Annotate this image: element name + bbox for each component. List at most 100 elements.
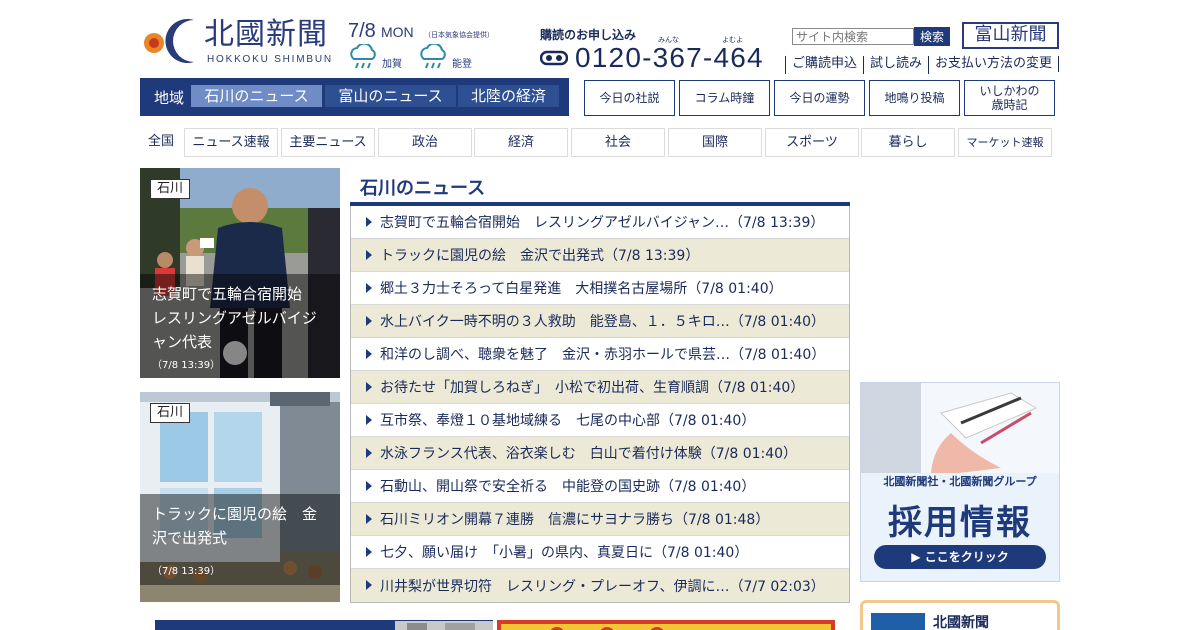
trial-link[interactable]: 試し読み	[863, 56, 928, 74]
featured-time: （7/8 13:39）	[152, 360, 221, 371]
day-of-week: MON	[381, 24, 414, 40]
news-item[interactable]: 水上バイク一時不明の３人救助 能登島、１．５キロ…（7/8 01:40）	[351, 305, 849, 338]
promo-logo-icon	[871, 613, 925, 630]
news-headline: 郷土３力士そろって白星発進 大相撲名古屋場所（7/8 01:40）	[380, 281, 783, 297]
bullet-icon	[366, 283, 372, 293]
logo-mark-icon	[144, 19, 194, 64]
news-headline: 石動山、開山祭で安全祈る 中能登の国史跡（7/8 01:40）	[380, 479, 756, 495]
ad-title: 採用情報	[888, 503, 1032, 543]
region-nav: 地域 石川のニュース 富山のニュース 北陸の経済	[140, 78, 569, 116]
news-headline: お待たせ「加賀しろねぎ」 小松で初出荷、生育順調（7/8 01:40）	[380, 380, 805, 396]
featured-title[interactable]: トラックに園児の絵 金沢で出発式	[152, 502, 328, 550]
bullet-icon	[366, 547, 372, 557]
ad-photo-hand-icon	[861, 383, 1059, 473]
weather-label: 加賀	[382, 59, 402, 70]
recruit-ad-banner[interactable]: 北國新聞社・北國新聞グループ 採用情報 ▶ ここをクリック	[860, 382, 1060, 582]
news-item[interactable]: トラックに園児の絵 金沢で出発式（7/8 13:39）	[351, 239, 849, 272]
news-item[interactable]: 郷土３力士そろって白星発進 大相撲名古屋場所（7/8 01:40）	[351, 272, 849, 305]
news-item[interactable]: 水泳フランス代表、浴衣楽しむ 白山で着付け体験（7/8 01:40）	[351, 437, 849, 470]
bullet-icon	[366, 514, 372, 524]
bottom-banner-right[interactable]	[497, 620, 835, 630]
rain-icon	[420, 44, 446, 69]
tab-sports[interactable]: スポーツ	[765, 128, 859, 157]
tab-society[interactable]: 社会	[571, 128, 665, 157]
tab-market-news[interactable]: マーケット速報	[958, 128, 1052, 157]
subscription-link[interactable]: ご購読申込	[785, 56, 863, 74]
region-badge: 石川	[150, 403, 191, 423]
featured-time: （7/8 13:39）	[152, 566, 221, 577]
promo-banner[interactable]: 北國新聞	[860, 600, 1060, 630]
news-headline: 七夕、願い届け 「小暑」の県内、真夏日に（7/8 01:40）	[380, 545, 749, 561]
weather-label: 能登	[452, 59, 472, 70]
weather-credit[interactable]: （日本気象協会提供）	[424, 30, 494, 40]
search-button[interactable]: 検索	[914, 27, 950, 46]
featured-caption: 志賀町で五輪合宿開始 レスリングアゼルバイジャン代表 （7/8 13:39）	[140, 274, 340, 378]
tab-breaking-news[interactable]: ニュース速報	[184, 128, 278, 157]
search-input[interactable]	[792, 28, 914, 45]
featured-story-2[interactable]: 石川 トラックに園児の絵 金沢で出発式 （7/8 13:39）	[140, 392, 340, 602]
news-item[interactable]: お待たせ「加賀しろねぎ」 小松で初出荷、生育順調（7/8 01:40）	[351, 371, 849, 404]
news-headline: 互市祭、奉燈１０基地域練る 七尾の中心部（7/8 01:40）	[380, 413, 756, 429]
tab-ishikawa-news[interactable]: 石川のニュース	[191, 85, 322, 107]
bottom-banner-left[interactable]	[155, 620, 493, 630]
bullet-icon	[366, 349, 372, 359]
payment-change-link[interactable]: お支払い方法の変更	[928, 56, 1058, 74]
logo-roman: HOKKOKU SHIMBUN	[207, 54, 333, 65]
news-headline: 和洋のし調べ、聴衆を魅了 金沢・赤羽ホールで県芸…（7/8 01:40）	[380, 347, 826, 363]
divider	[1058, 56, 1060, 72]
region-label: 地域	[154, 89, 185, 107]
news-item[interactable]: 石動山、開山祭で安全祈る 中能登の国史跡（7/8 01:40）	[351, 470, 849, 503]
tab-top-news[interactable]: 主要ニュース	[281, 128, 375, 157]
site-logo[interactable]: 北國新聞 HOKKOKU SHIMBUN	[140, 16, 340, 66]
section-title: 石川のニュース	[360, 178, 486, 199]
bullet-icon	[366, 415, 372, 425]
region-badge: 石川	[150, 179, 191, 199]
category-all-label[interactable]: 全国	[140, 128, 182, 156]
news-item[interactable]: 和洋のし調べ、聴衆を魅了 金沢・赤羽ホールで県芸…（7/8 01:40）	[351, 338, 849, 371]
featured-story-1[interactable]: 石川 志賀町で五輪合宿開始 レスリングアゼルバイジャン代表 （7/8 13:39…	[140, 168, 340, 378]
news-item[interactable]: 石川ミリオン開幕７連勝 信濃にサヨナラ勝ち（7/8 01:48）	[351, 503, 849, 536]
fortune-button[interactable]: 今日の運勢	[774, 80, 865, 116]
banner-graphic	[501, 624, 831, 630]
banner-graphic	[395, 621, 493, 630]
editorial-button[interactable]: 今日の社説	[584, 80, 675, 116]
ad-company: 北國新聞社・北國新聞グループ	[883, 475, 1037, 488]
bullet-icon	[366, 382, 372, 392]
news-item[interactable]: 志賀町で五輪合宿開始 レスリングアゼルバイジャン…（7/8 13:39）	[351, 206, 849, 239]
promo-text: 北國新聞	[933, 615, 989, 630]
tab-politics[interactable]: 政治	[378, 128, 472, 157]
rain-icon	[350, 44, 376, 69]
news-headline: 水泳フランス代表、浴衣楽しむ 白山で着付け体験（7/8 01:40）	[380, 446, 798, 462]
news-item[interactable]: 七夕、願い届け 「小暑」の県内、真夏日に（7/8 01:40）	[351, 536, 849, 569]
bullet-icon	[366, 217, 372, 227]
featured-title[interactable]: 志賀町で五輪合宿開始 レスリングアゼルバイジャン代表	[152, 282, 328, 354]
news-list: 志賀町で五輪合宿開始 レスリングアゼルバイジャン…（7/8 13:39） トラッ…	[350, 206, 850, 603]
tab-hokuriku-economy[interactable]: 北陸の経済	[458, 85, 559, 107]
seasonal-calendar-button[interactable]: いしかわの 歳時記	[964, 80, 1055, 116]
news-item[interactable]: 互市祭、奉燈１０基地域練る 七尾の中心部（7/8 01:40）	[351, 404, 849, 437]
subscribe-block[interactable]: 購読のお申し込み みんな よむよ 0120-367-464	[540, 26, 780, 76]
weather-kaga[interactable]: 加賀	[348, 44, 418, 70]
phone-number[interactable]: 0120-367-464	[575, 42, 764, 74]
news-item[interactable]: 川井梨が世界切符 レスリング・プレーオフ、伊調に…（7/7 02:03）	[351, 569, 849, 602]
bullet-icon	[366, 448, 372, 458]
news-headline: 志賀町で五輪合宿開始 レスリングアゼルバイジャン…（7/8 13:39）	[380, 215, 825, 231]
news-headline: トラックに園児の絵 金沢で出発式（7/8 13:39）	[380, 248, 700, 264]
free-dial-icon	[540, 50, 568, 66]
tab-international[interactable]: 国際	[668, 128, 762, 157]
featured-caption: トラックに園児の絵 金沢で出発式 （7/8 13:39）	[140, 494, 340, 585]
weather-noto[interactable]: 能登	[418, 44, 488, 70]
ad-click-button[interactable]: ▶ ここをクリック	[874, 545, 1046, 569]
tab-economy[interactable]: 経済	[474, 128, 568, 157]
tab-lifestyle[interactable]: 暮らし	[861, 128, 955, 157]
news-headline: 川井梨が世界切符 レスリング・プレーオフ、伊調に…（7/7 02:03）	[380, 578, 825, 595]
news-headline: 水上バイク一時不明の３人救助 能登島、１．５キロ…（7/8 01:40）	[380, 314, 826, 330]
tab-toyama-news[interactable]: 富山のニュース	[325, 85, 456, 107]
bullet-icon	[366, 481, 372, 491]
column-jisho-button[interactable]: コラム時鐘	[679, 80, 770, 116]
bullet-icon	[366, 580, 372, 590]
news-headline: 石川ミリオン開幕７連勝 信濃にサヨナラ勝ち（7/8 01:48）	[380, 512, 770, 528]
toyama-shimbun-button[interactable]: 富山新聞	[962, 22, 1059, 49]
current-date: 7/8	[348, 20, 376, 42]
reader-post-button[interactable]: 地鳴り投稿	[869, 80, 960, 116]
